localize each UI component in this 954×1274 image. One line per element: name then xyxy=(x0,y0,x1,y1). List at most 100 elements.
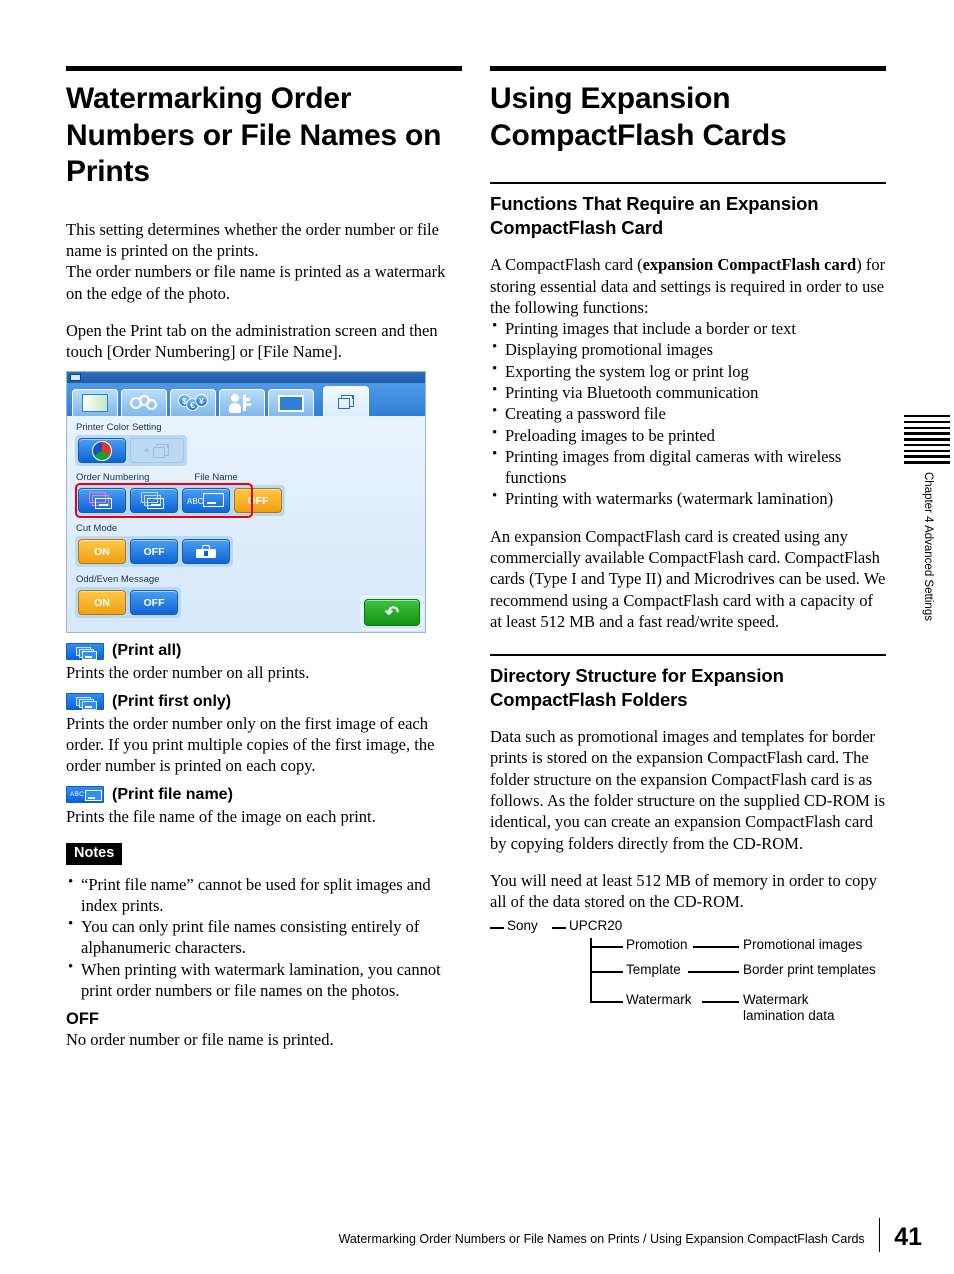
list-item: When printing with watermark lamination,… xyxy=(66,958,462,1002)
subsection-1-heading-block: Functions That Require an Expansion Comp… xyxy=(490,182,886,240)
intro-paragraph-1: This setting determines whether the orde… xyxy=(66,219,439,261)
cut-mode-group: ON OFF xyxy=(75,536,233,568)
odd-even-group: ON OFF xyxy=(75,587,181,619)
notes-badge: Notes xyxy=(66,842,123,865)
currency-coins-icon: $ € ¥ xyxy=(178,394,208,412)
heading-rule xyxy=(490,654,886,657)
legend-desc: Prints the file name of the image on eac… xyxy=(66,806,376,826)
legend-desc: Prints the order number only on the firs… xyxy=(66,713,435,776)
document-page: Watermarking Order Numbers or File Names… xyxy=(0,0,954,1274)
tree-level1: UPCR20 xyxy=(569,918,623,934)
heading-rule xyxy=(490,182,886,185)
order-numbering-off-button[interactable]: OFF xyxy=(234,488,282,514)
print-first-only-icon xyxy=(66,693,104,711)
odd-even-message-label: Odd/Even Message xyxy=(76,574,160,586)
image-quality-tab[interactable] xyxy=(72,389,118,417)
cut-mode-off-button[interactable]: OFF xyxy=(130,539,178,565)
color-wheel-icon xyxy=(92,440,112,461)
window-icon xyxy=(70,374,81,382)
ui-body-panel: Printer Color Setting + Order Numbering … xyxy=(67,416,425,633)
subsection-heading: Directory Structure for Expansion Compac… xyxy=(490,665,784,711)
list-item: Displaying promotional images xyxy=(490,338,886,360)
tree-folder-desc: Border print templates xyxy=(743,962,876,978)
list-item: Printing images from digital cameras wit… xyxy=(490,445,886,489)
directory-tree-diagram: Sony UPCR20 Promotion Promotional images… xyxy=(490,916,886,1023)
list-item: Printing images that include a border or… xyxy=(490,317,886,339)
notes-block: Notes “Print file name” cannot be used f… xyxy=(66,842,462,1002)
list-item: Creating a password file xyxy=(490,402,886,424)
list-item: Printing via Bluetooth communication xyxy=(490,381,886,403)
abc-box-icon: ABC xyxy=(187,492,225,509)
section1-paragraph-2: An expansion CompactFlash card is create… xyxy=(490,526,886,631)
tree-root: Sony xyxy=(507,918,538,934)
chapter-label: Chapter 4 Advanced Settings xyxy=(922,471,934,621)
legend-print-file-name: ABC (Print file name) Prints the file na… xyxy=(66,786,462,827)
chapter-side-tab: Chapter 4 Advanced Settings xyxy=(900,415,954,621)
page-footer: Watermarking Order Numbers or File Names… xyxy=(0,1212,954,1252)
print-file-name-button[interactable]: ABC xyxy=(182,488,230,514)
list-item: You can only print file names consisting… xyxy=(66,915,462,959)
left-title-block: Watermarking Order Numbers or File Names… xyxy=(66,66,462,191)
tree-folder: Template xyxy=(626,962,681,978)
page-title: Watermarking Order Numbers or File Names… xyxy=(66,82,442,189)
text-bold-part: expansion CompactFlash card xyxy=(642,255,857,275)
list-item: Exporting the system log or print log xyxy=(490,360,886,382)
print-first-only-button[interactable] xyxy=(130,488,178,514)
print-all-icon xyxy=(66,642,104,660)
ui-tab-bar: $ € ¥ xyxy=(67,383,425,417)
right-column: Using Expansion CompactFlash Cards Funct… xyxy=(490,66,886,1023)
subsection-2-heading-block: Directory Structure for Expansion Compac… xyxy=(490,654,886,712)
tree-folder: Watermark xyxy=(626,992,692,1008)
off-block: OFF No order number or file name is prin… xyxy=(66,1010,462,1050)
chapter-stripes-icon xyxy=(904,415,950,464)
tree-folder-desc: Promotional images xyxy=(743,937,863,953)
gears-icon xyxy=(130,394,158,412)
list-item: “Print file name” cannot be used for spl… xyxy=(66,873,462,917)
return-button[interactable]: ↶ xyxy=(364,599,420,627)
gradient-image-icon xyxy=(82,394,108,413)
tree-folder-desc: Watermark lamination data xyxy=(743,992,835,1023)
page-number: 41 xyxy=(894,1223,922,1251)
odd-even-off-button[interactable]: OFF xyxy=(130,590,178,616)
tree-folder: Promotion xyxy=(626,937,688,953)
list-item: Preloading images to be printed xyxy=(490,424,886,446)
print-box-icon xyxy=(337,394,355,409)
legend-label: (Print first only) xyxy=(112,692,232,710)
off-heading: OFF xyxy=(66,1010,99,1029)
toolbox-icon xyxy=(196,545,216,559)
odd-even-on-button[interactable]: ON xyxy=(78,590,126,616)
person-key-icon xyxy=(229,393,255,413)
user-access-tab[interactable] xyxy=(219,389,265,417)
print-tab[interactable] xyxy=(323,386,369,417)
add-printer-button[interactable]: + xyxy=(130,438,184,464)
pages-icon xyxy=(141,492,167,510)
frame-icon xyxy=(278,394,304,412)
off-description: No order number or file name is printed. xyxy=(66,1030,334,1050)
subsection-heading: Functions That Require an Expansion Comp… xyxy=(490,193,819,239)
color-wheel-button[interactable] xyxy=(78,438,126,464)
display-tab[interactable] xyxy=(268,389,314,417)
list-item: Printing with watermarks (watermark lami… xyxy=(490,487,886,509)
settings-tab[interactable] xyxy=(121,389,167,417)
footer-divider xyxy=(878,1218,881,1252)
currency-tab[interactable]: $ € ¥ xyxy=(170,389,216,417)
pages-magenta-icon xyxy=(89,492,115,510)
printer-color-setting-label: Printer Color Setting xyxy=(76,422,162,434)
return-arrow-icon: ↶ xyxy=(384,603,400,623)
notes-list: “Print file name” cannot be used for spl… xyxy=(66,873,462,1002)
plus-box-icon xyxy=(153,443,170,458)
print-all-button[interactable] xyxy=(78,488,126,514)
cut-mode-label: Cut Mode xyxy=(76,523,118,535)
intro-paragraph-3: Open the Print tab on the administration… xyxy=(66,320,438,362)
cut-mode-tool-button[interactable] xyxy=(182,539,230,565)
legend-print-all: (Print all) Prints the order number on a… xyxy=(66,642,462,683)
section2-paragraph-1: Data such as promotional images and temp… xyxy=(490,727,886,853)
print-file-name-icon: ABC xyxy=(66,786,104,804)
footer-text: Watermarking Order Numbers or File Names… xyxy=(338,1232,865,1246)
printer-color-setting-group: + xyxy=(75,435,187,467)
cut-mode-on-button[interactable]: ON xyxy=(78,539,126,565)
title-rule xyxy=(490,66,886,71)
admin-screen-figure: $ € ¥ Printer Color Setting + Order Numb… xyxy=(66,371,426,634)
section1-paragraph-1: A CompactFlash card (expansion CompactFl… xyxy=(490,254,886,318)
file-name-label: File Name xyxy=(194,472,238,484)
